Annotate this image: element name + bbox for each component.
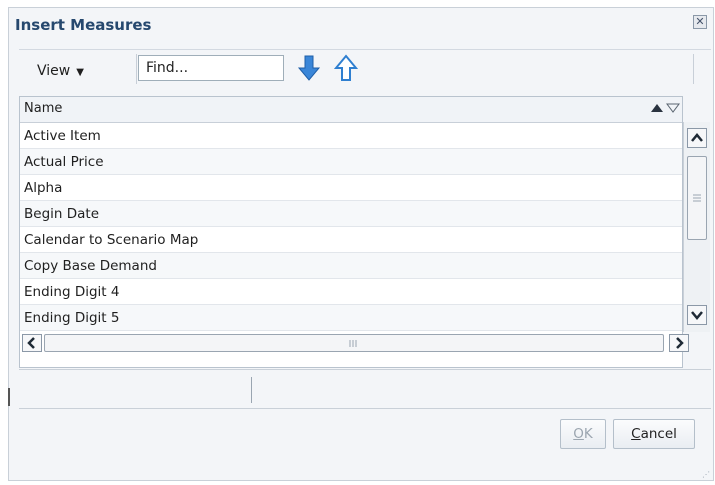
horizontal-scrollbar[interactable] [19, 334, 689, 368]
horizontal-scroll-thumb[interactable] [44, 334, 664, 352]
resize-grip-icon[interactable]: ⋰ [702, 470, 710, 479]
chevron-down-icon: ▼ [76, 67, 84, 78]
scroll-up-icon[interactable] [687, 128, 707, 148]
ok-button[interactable]: OK [560, 419, 606, 449]
sort-ascending-icon[interactable] [650, 103, 664, 113]
vertical-scroll-thumb[interactable] [687, 156, 707, 240]
table-header: Name [20, 97, 682, 123]
scroll-right-icon[interactable] [669, 334, 689, 352]
table-row[interactable]: Alpha [20, 175, 682, 201]
table-row[interactable]: Calendar to Scenario Map [20, 227, 682, 253]
cancel-button[interactable]: Cancel [613, 419, 695, 449]
table-row[interactable]: Begin Date [20, 201, 682, 227]
table-body: Active Item Actual Price Alpha Begin Dat… [20, 123, 682, 331]
toolbar: View ▼ [19, 49, 711, 92]
arrow-up-icon[interactable] [333, 54, 359, 82]
dialog-title: Insert Measures [15, 16, 152, 34]
table-row[interactable]: Ending Digit 5 [20, 305, 682, 331]
toolbar-separator [136, 54, 137, 84]
close-icon[interactable]: ✕ [693, 15, 707, 29]
cancel-mnemonic: C [631, 426, 641, 442]
arrow-down-icon[interactable] [297, 54, 321, 82]
view-menu[interactable]: View ▼ [37, 63, 84, 79]
column-header-name[interactable]: Name [24, 101, 62, 116]
table-row[interactable]: Copy Base Demand [20, 253, 682, 279]
table-row[interactable]: Ending Digit 4 [20, 279, 682, 305]
toolbar-separator [693, 54, 694, 84]
sort-descending-icon[interactable] [666, 103, 680, 113]
table-row[interactable]: Actual Price [20, 149, 682, 175]
left-edge-marker [8, 388, 10, 406]
status-bar [19, 369, 711, 409]
view-menu-label: View [37, 63, 71, 79]
ok-mnemonic: O [573, 426, 584, 442]
table-row[interactable]: Active Item [20, 123, 682, 149]
vertical-scrollbar[interactable] [683, 122, 710, 332]
measures-table: Name Active Item Actual Price Alpha Begi… [19, 96, 683, 368]
cancel-label: ancel [640, 426, 677, 442]
find-input[interactable] [138, 55, 284, 81]
ok-label: K [583, 426, 593, 442]
scroll-left-icon[interactable] [22, 334, 42, 352]
status-divider [251, 377, 252, 403]
scroll-down-icon[interactable] [687, 305, 707, 325]
